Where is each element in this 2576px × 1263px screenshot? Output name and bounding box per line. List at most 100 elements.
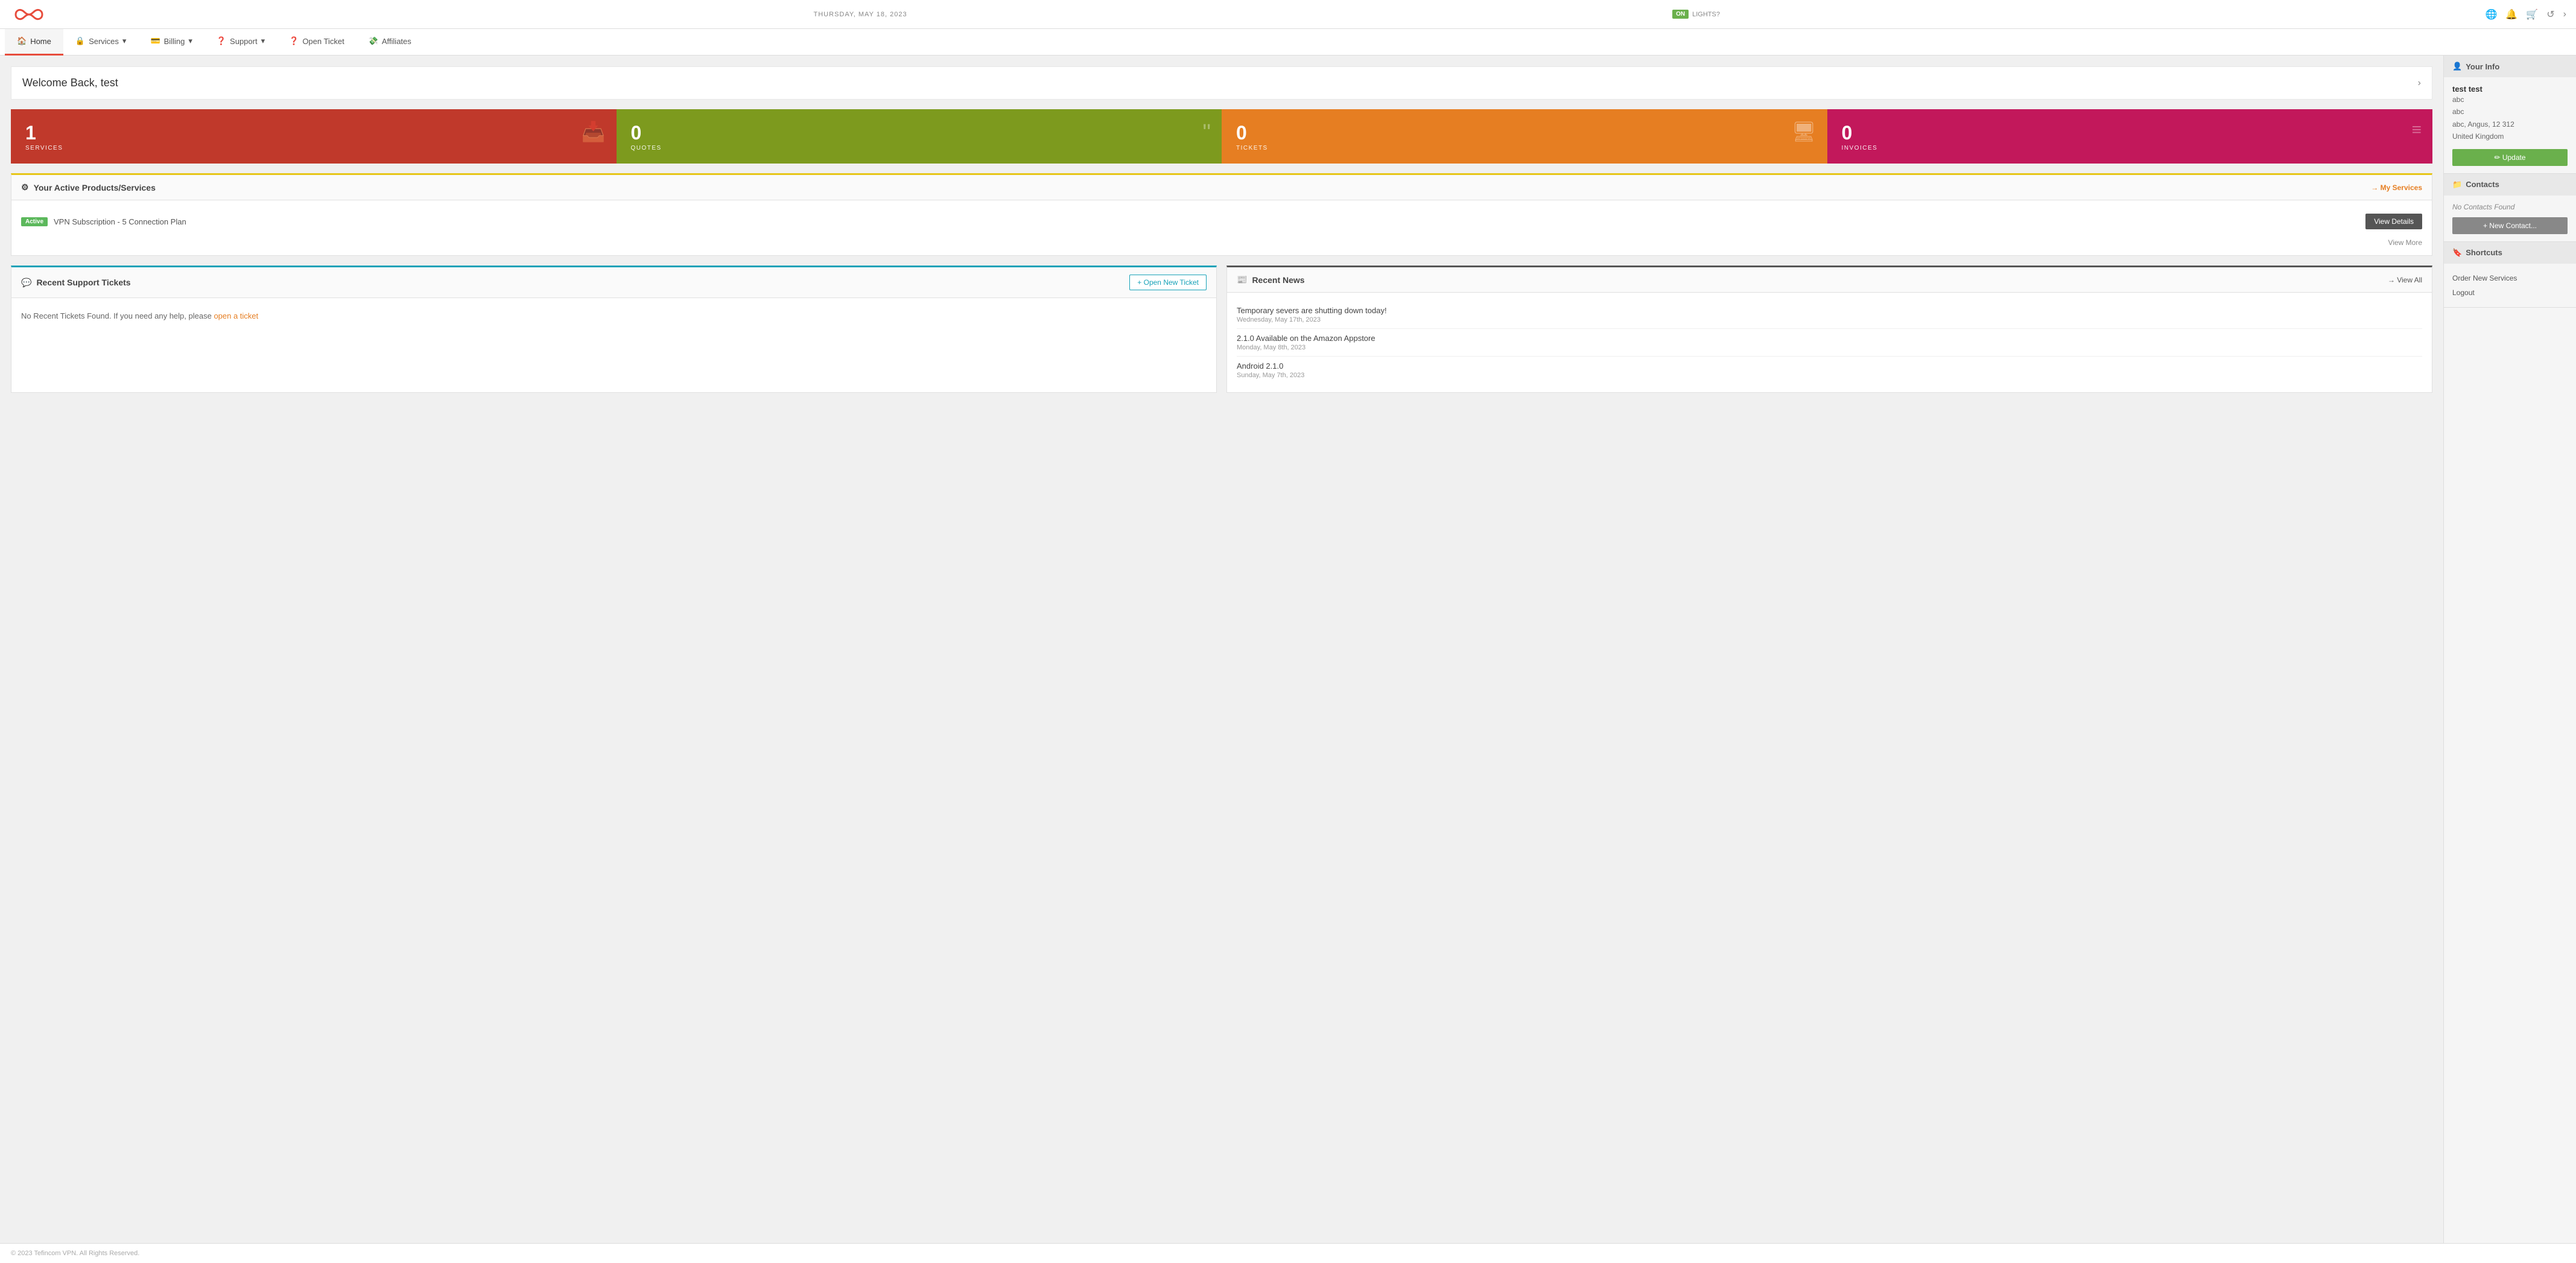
support-header: 💬 Recent Support Tickets + Open New Tick… bbox=[11, 267, 1216, 298]
stat-card-quotes[interactable]: " 0 QUOTES bbox=[617, 109, 1222, 164]
open-ticket-button[interactable]: + Open New Ticket bbox=[1129, 275, 1207, 290]
nav-affiliates[interactable]: 💸 Affiliates bbox=[357, 29, 424, 56]
news-item-2-date: Sunday, May 7th, 2023 bbox=[1237, 372, 2422, 379]
nav-services[interactable]: 🔒 Services ▾ bbox=[63, 29, 139, 56]
quotes-label: QUOTES bbox=[631, 145, 1210, 151]
support-tickets-panel: 💬 Recent Support Tickets + Open New Tick… bbox=[11, 266, 1217, 393]
news-title: 📰 Recent News bbox=[1237, 275, 1305, 285]
shortcuts-list: Order New Services Logout bbox=[2452, 271, 2568, 300]
lock-icon: 🔒 bbox=[75, 36, 85, 46]
nav-home[interactable]: 🏠 Home bbox=[5, 29, 63, 56]
update-button[interactable]: ✏ Update bbox=[2452, 149, 2568, 166]
view-all-link[interactable]: → View All bbox=[2388, 276, 2422, 284]
sidebar-your-info-header: 👤 Your Info bbox=[2444, 56, 2576, 77]
sidebar-contacts-header: 📁 Contacts bbox=[2444, 174, 2576, 196]
active-products-body: Active VPN Subscription - 5 Connection P… bbox=[11, 200, 2432, 255]
topbar-actions: 🌐 🔔 🛒 ↺ › bbox=[2486, 8, 2567, 21]
recent-news-panel: 📰 Recent News → View All Temporary sever… bbox=[1226, 266, 2432, 393]
active-products-title: ⚙ Your Active Products/Services bbox=[21, 182, 156, 192]
no-tickets-text: No Recent Tickets Found. If you need any… bbox=[21, 307, 1207, 325]
undo-icon[interactable]: ↺ bbox=[2546, 8, 2554, 21]
shortcut-order-services[interactable]: Order New Services bbox=[2452, 271, 2568, 285]
new-contact-button[interactable]: + New Contact... bbox=[2452, 217, 2568, 234]
two-col-section: 💬 Recent Support Tickets + Open New Tick… bbox=[11, 266, 2432, 402]
folder-icon: 📁 bbox=[2452, 180, 2462, 189]
content-area: Welcome Back, test › 📥 1 SERVICES " 0 QU… bbox=[0, 56, 2443, 1243]
news-body: Temporary severs are shutting down today… bbox=[1227, 293, 2432, 392]
sidebar-user-line2: abc bbox=[2452, 106, 2568, 118]
cart-icon[interactable]: 🛒 bbox=[2526, 8, 2538, 21]
sidebar-user-line1: abc bbox=[2452, 94, 2568, 106]
news-item-0-title: Temporary severs are shutting down today… bbox=[1237, 306, 2422, 315]
nav-services-label: Services bbox=[89, 37, 119, 46]
nav-affiliates-label: Affiliates bbox=[382, 37, 411, 46]
open-ticket-link[interactable]: open a ticket bbox=[214, 311, 258, 320]
user-icon: 👤 bbox=[2452, 62, 2462, 71]
my-services-link[interactable]: → My Services bbox=[2371, 183, 2422, 192]
services-count: 1 bbox=[25, 123, 604, 142]
shortcut-logout[interactable]: Logout bbox=[2452, 285, 2568, 300]
card-icon: 💳 bbox=[150, 36, 160, 46]
nav-billing-label: Billing bbox=[164, 37, 185, 46]
view-more-link[interactable]: View More bbox=[2388, 238, 2422, 247]
nav-support-label: Support bbox=[230, 37, 258, 46]
quotes-count: 0 bbox=[631, 123, 1210, 142]
topbar-date: THURSDAY, MAY 18, 2023 bbox=[814, 11, 907, 18]
footer: © 2023 Tefincom VPN. All Rights Reserved… bbox=[0, 1243, 2576, 1263]
news-item-0[interactable]: Temporary severs are shutting down today… bbox=[1237, 301, 2422, 329]
stat-card-invoices[interactable]: ≡ 0 INVOICES bbox=[1827, 109, 2433, 164]
topbar-lights: ON LIGHTS? bbox=[1672, 10, 1720, 19]
lights-label: LIGHTS? bbox=[1692, 11, 1720, 18]
nav-open-ticket[interactable]: ❓ Open Ticket bbox=[277, 29, 357, 56]
tickets-count: 0 bbox=[1236, 123, 1815, 142]
active-products-header: ⚙ Your Active Products/Services → My Ser… bbox=[11, 175, 2432, 200]
chat-icon: 💬 bbox=[21, 278, 31, 288]
home-icon: 🏠 bbox=[17, 36, 27, 46]
lights-on-badge[interactable]: ON bbox=[1672, 10, 1689, 19]
invoices-label: INVOICES bbox=[1842, 145, 2421, 151]
affiliates-icon: 💸 bbox=[369, 36, 378, 46]
news-item-2[interactable]: Android 2.1.0 Sunday, May 7th, 2023 bbox=[1237, 357, 2422, 384]
chevron-down-icon2: ▾ bbox=[188, 36, 192, 46]
sidebar: 👤 Your Info test test abc abc abc, Angus… bbox=[2443, 56, 2576, 1243]
nav-open-ticket-label: Open Ticket bbox=[302, 37, 344, 46]
sidebar-contacts-body: No Contacts Found + New Contact... bbox=[2444, 196, 2576, 241]
news-item-1[interactable]: 2.1.0 Available on the Amazon Appstore M… bbox=[1237, 329, 2422, 357]
nav-billing[interactable]: 💳 Billing ▾ bbox=[138, 29, 204, 56]
bell-icon[interactable]: 🔔 bbox=[2505, 8, 2517, 21]
product-row: Active VPN Subscription - 5 Connection P… bbox=[21, 209, 2422, 234]
product-row-left: Active VPN Subscription - 5 Connection P… bbox=[21, 217, 186, 226]
news-item-0-date: Wednesday, May 17th, 2023 bbox=[1237, 316, 2422, 323]
footer-text: © 2023 Tefincom VPN. All Rights Reserved… bbox=[11, 1250, 139, 1257]
nav-support[interactable]: ❓ Support ▾ bbox=[205, 29, 277, 56]
sidebar-your-info-body: test test abc abc abc, Angus, 12 312 Uni… bbox=[2444, 77, 2576, 173]
main-layout: Welcome Back, test › 📥 1 SERVICES " 0 QU… bbox=[0, 56, 2576, 1243]
news-header: 📰 Recent News → View All bbox=[1227, 267, 2432, 293]
chevron-down-icon: ▾ bbox=[122, 36, 127, 46]
support-title: 💬 Recent Support Tickets bbox=[21, 278, 131, 288]
sidebar-user-name: test test bbox=[2452, 84, 2568, 94]
newspaper-icon: 📰 bbox=[1237, 275, 1247, 285]
stat-card-services[interactable]: 📥 1 SERVICES bbox=[11, 109, 617, 164]
active-badge: Active bbox=[21, 217, 48, 226]
view-details-button[interactable]: View Details bbox=[2365, 214, 2422, 229]
tickets-label: TICKETS bbox=[1236, 145, 1815, 151]
stat-card-tickets[interactable]: 🖥 0 TICKETS bbox=[1222, 109, 1827, 164]
chevron-icon: › bbox=[2563, 9, 2566, 20]
sidebar-user-line3: abc, Angus, 12 312 bbox=[2452, 118, 2568, 130]
news-item-1-title: 2.1.0 Available on the Amazon Appstore bbox=[1237, 334, 2422, 343]
nav-home-label: Home bbox=[30, 37, 51, 46]
sidebar-shortcuts-header: 🔖 Shortcuts bbox=[2444, 242, 2576, 264]
tickets-card-icon: 🖥 bbox=[1792, 120, 1816, 143]
invoices-count: 0 bbox=[1842, 123, 2421, 142]
view-more: View More bbox=[21, 234, 2422, 247]
news-item-2-title: Android 2.1.0 bbox=[1237, 361, 2422, 371]
welcome-arrow[interactable]: › bbox=[2418, 78, 2421, 89]
product-name: VPN Subscription - 5 Connection Plan bbox=[54, 217, 186, 226]
services-label: SERVICES bbox=[25, 145, 604, 151]
bookmark-icon: 🔖 bbox=[2452, 248, 2462, 258]
logo[interactable] bbox=[10, 5, 48, 24]
quotes-card-icon: " bbox=[1203, 120, 1211, 146]
topbar: THURSDAY, MAY 18, 2023 ON LIGHTS? 🌐 🔔 🛒 … bbox=[0, 0, 2576, 29]
translate-icon[interactable]: 🌐 bbox=[2486, 8, 2498, 21]
